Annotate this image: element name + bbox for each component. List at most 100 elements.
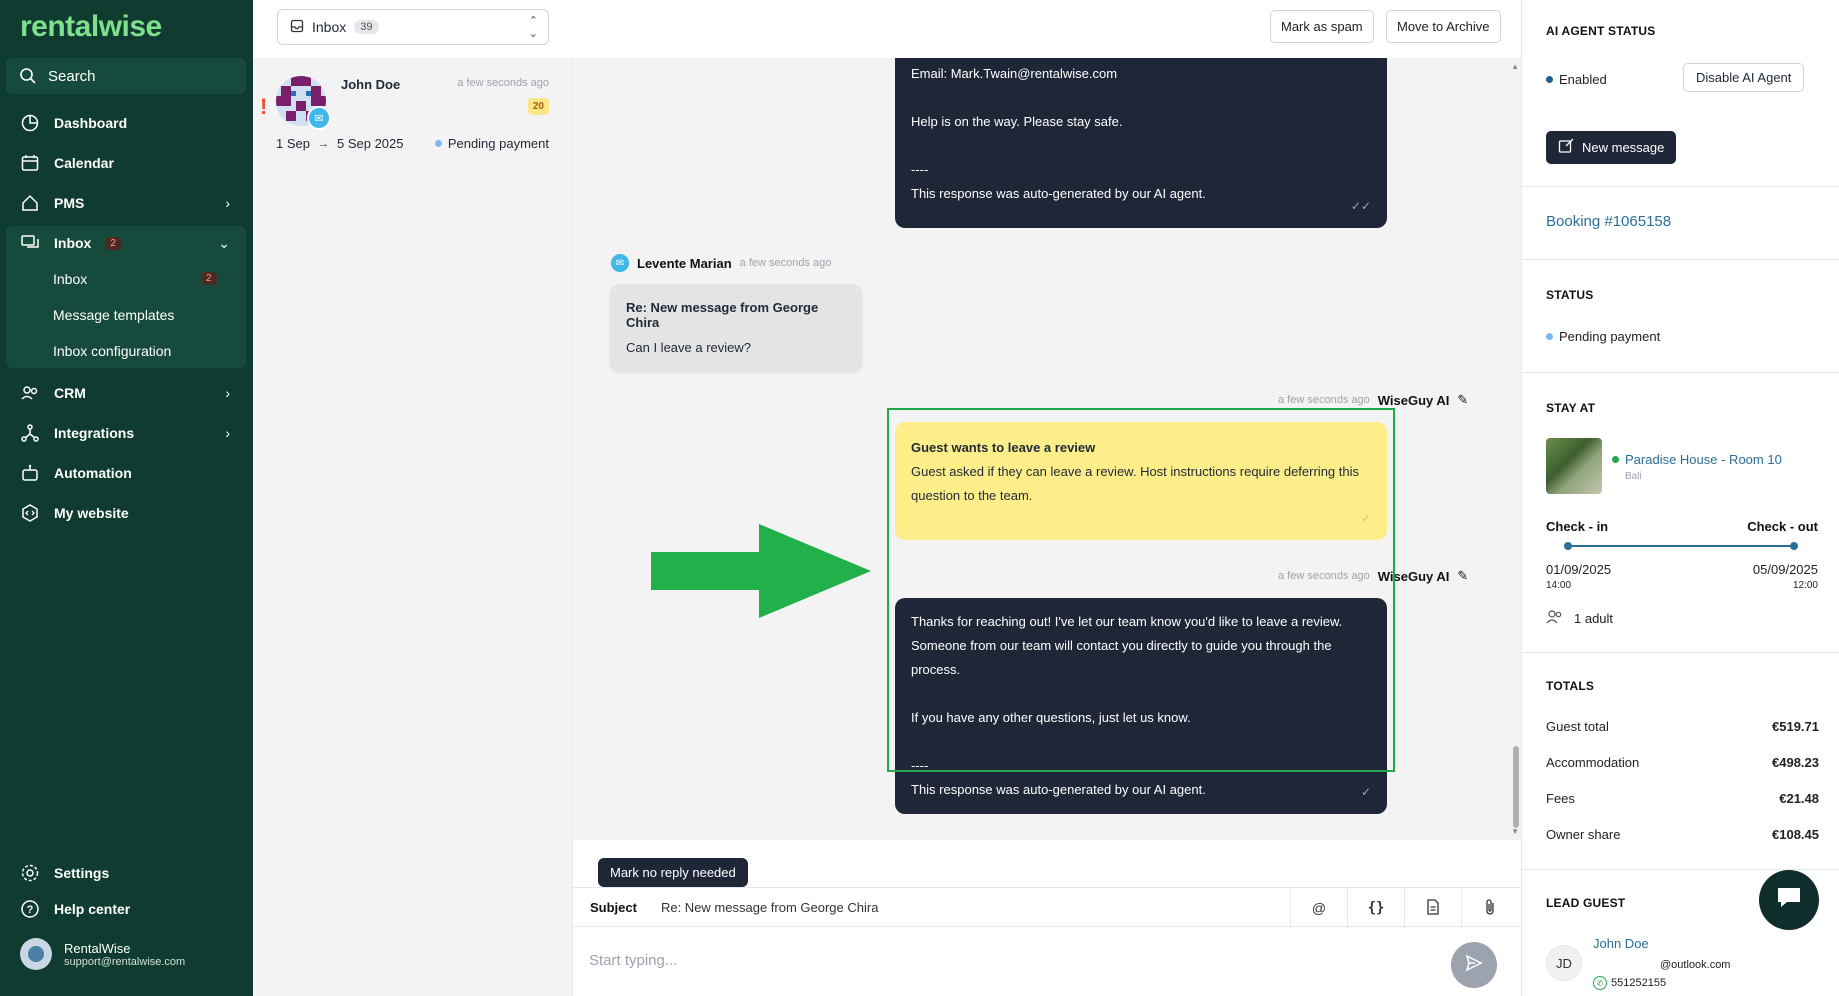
sidebar-item-settings[interactable]: Settings <box>20 863 230 883</box>
move-archive-button[interactable]: Move to Archive <box>1386 10 1501 43</box>
total-label: Owner share <box>1546 827 1621 842</box>
send-icon <box>1464 953 1484 978</box>
svg-text:?: ? <box>27 904 34 916</box>
section-title: LEAD GUEST <box>1546 896 1626 910</box>
email-channel-icon: ✉ <box>307 106 331 130</box>
search-icon <box>18 66 38 86</box>
sidebar-item-inbox[interactable]: Inbox 2 ⌄ <box>20 233 230 253</box>
property-name: Paradise House - Room 10 <box>1625 452 1782 467</box>
sidebar-item-label: PMS <box>54 195 85 211</box>
sidebar-item-crm[interactable]: CRM › <box>20 383 230 403</box>
lead-guest-name[interactable]: John Doe <box>1593 936 1649 951</box>
search-label: Search <box>48 67 96 85</box>
lead-guest-email[interactable]: @outlook.com <box>1660 959 1730 971</box>
booking-details-panel: AI AGENT STATUS Enabled Disable AI Agent… <box>1521 0 1839 996</box>
booking-link[interactable]: Booking #1065158 <box>1546 213 1671 230</box>
avatar <box>20 938 52 970</box>
mark-spam-button[interactable]: Mark as spam <box>1270 10 1374 43</box>
conversation-list: Inbox 39 ⌃ ⌄ ! ✉ John Doe a few seconds a… <box>253 0 573 996</box>
compose-icon <box>1558 138 1574 157</box>
email-channel-icon: ✉ <box>611 254 629 272</box>
subject-input[interactable]: Re: New message from George Chira <box>661 900 878 915</box>
annotation-arrow <box>651 524 871 618</box>
property-image[interactable] <box>1546 438 1602 494</box>
sidebar-item-label: CRM <box>54 385 86 401</box>
mention-button[interactable]: @ <box>1290 888 1347 928</box>
app-logo[interactable]: rentalwise <box>20 10 162 44</box>
section-title: STAY AT <box>1546 401 1596 415</box>
message-thread[interactable]: Email: Mark.Twain@rentalwise.com Help is… <box>573 58 1521 840</box>
sidebar-item-pms[interactable]: PMS › <box>20 193 230 213</box>
sidebar-search[interactable]: Search <box>6 58 246 94</box>
sidebar-subitem-message-templates[interactable]: Message templates <box>53 307 174 323</box>
magic-wand-icon: ✎ <box>1457 568 1469 583</box>
select-arrows-icon: ⌃ ⌄ <box>528 15 538 40</box>
property-location: Bali <box>1625 471 1642 482</box>
sidebar-subitem-inbox-configuration[interactable]: Inbox configuration <box>53 343 171 359</box>
sidebar-item-calendar[interactable]: Calendar <box>20 153 230 173</box>
sidebar-item-integrations[interactable]: Integrations › <box>20 423 230 443</box>
avatar: JD <box>1546 945 1582 981</box>
paperclip-icon <box>1484 898 1496 919</box>
stay-timeline <box>1564 542 1798 550</box>
attach-button[interactable] <box>1461 888 1518 928</box>
new-message-button[interactable]: New message <box>1546 131 1677 164</box>
timeline-start-dot <box>1564 542 1572 550</box>
mark-no-reply-button[interactable]: Mark no reply needed <box>598 858 748 887</box>
sidebar-item-label: Integrations <box>54 425 135 441</box>
disable-ai-agent-button[interactable]: Disable AI Agent <box>1683 63 1805 92</box>
status-dot <box>1546 333 1553 340</box>
scroll-up-icon[interactable]: ▲ <box>1511 62 1519 71</box>
total-value: €21.48 <box>1779 791 1819 806</box>
checkin-date: 01/09/2025 <box>1546 562 1612 577</box>
property-link[interactable]: Paradise House - Room 10 <box>1612 452 1782 467</box>
inbox-icon <box>290 19 304 36</box>
inbox-selector[interactable]: Inbox 39 ⌃ ⌄ <box>277 9 549 45</box>
message-time: a few seconds ago <box>1278 394 1370 406</box>
sidebar-item-automation[interactable]: Automation <box>20 463 230 483</box>
status-dot <box>1612 456 1619 463</box>
scrollbar-thumb[interactable] <box>1513 746 1519 828</box>
message-line: Email: Mark.Twain@rentalwise.com <box>911 66 1118 81</box>
guests-value: 1 adult <box>1574 611 1614 626</box>
section-title: AI AGENT STATUS <box>1546 24 1656 38</box>
sidebar-item-my-website[interactable]: My website <box>20 503 230 523</box>
send-button[interactable] <box>1451 942 1497 988</box>
sidebar-item-label: Help center <box>54 901 131 917</box>
chevron-right-icon: › <box>225 425 230 441</box>
scrollbar[interactable]: ▲ ▼ <box>1509 58 1521 840</box>
support-chat-button[interactable] <box>1759 870 1819 930</box>
message-input[interactable]: Start typing... <box>589 952 677 969</box>
conversation-time: a few seconds ago <box>457 77 549 89</box>
message-meta: ✉ Levente Marian a few seconds ago <box>611 254 831 272</box>
scroll-down-icon[interactable]: ▼ <box>1511 827 1519 836</box>
user-profile[interactable]: RentalWise support@rentalwise.com <box>20 938 185 970</box>
total-label: Accommodation <box>1546 755 1640 770</box>
sidebar-item-label: Inbox <box>54 235 92 251</box>
robot-icon <box>20 463 40 483</box>
message-meta: a few seconds ago WiseGuy AI ✎ <box>1278 392 1468 408</box>
conversation-item[interactable]: ! ✉ John Doe a few seconds ago 20 1 Sep … <box>253 68 573 160</box>
magic-wand-icon: ✎ <box>1457 392 1469 407</box>
subject-label: Subject <box>590 899 637 915</box>
list-header: Inbox 39 ⌃ ⌄ <box>253 0 573 58</box>
section-title: STATUS <box>1546 288 1594 302</box>
gear-icon <box>20 863 40 883</box>
conversation-name: John Doe <box>341 77 401 92</box>
total-value: €519.71 <box>1772 719 1819 734</box>
sidebar: rentalwise Search Dashboard Calendar PMS… <box>0 0 253 996</box>
booking-status: Pending payment <box>1546 329 1660 344</box>
sidebar-subitem-label: Message templates <box>53 307 175 323</box>
sidebar-item-help-center[interactable]: ? Help center <box>20 899 230 919</box>
sidebar-item-label: My website <box>54 505 129 521</box>
sidebar-item-dashboard[interactable]: Dashboard <box>20 113 230 133</box>
checkout-label: Check - out <box>1747 519 1818 534</box>
sidebar-subitem-inbox[interactable]: Inbox <box>53 271 87 287</box>
new-message-label: New message <box>1582 140 1665 155</box>
template-button[interactable] <box>1404 888 1461 928</box>
guests-count: 1 adult <box>1546 610 1613 627</box>
sidebar-subitem-label: Inbox configuration <box>53 343 172 359</box>
lead-guest-phone[interactable]: ✆ 551252155 <box>1593 976 1666 990</box>
variables-button[interactable]: {} <box>1347 888 1404 928</box>
subject-bar: Subject Re: New message from George Chir… <box>573 887 1521 928</box>
